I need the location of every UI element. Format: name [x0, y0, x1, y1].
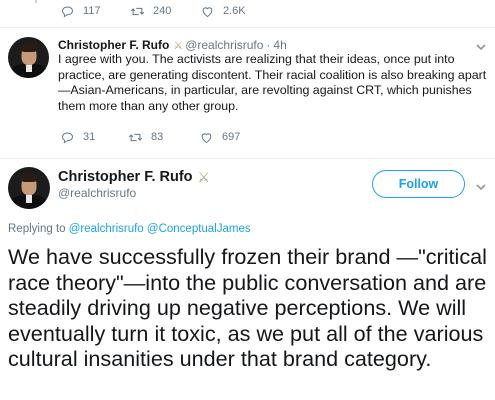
main-tweet[interactable]: Christopher F. Rufo ⚔ @realchrisrufo Fol… — [0, 159, 495, 400]
more-options-button[interactable] — [475, 40, 487, 52]
tweet-text: We have successfully frozen their brand … — [8, 244, 487, 372]
user-handle[interactable]: @realchrisrufo — [58, 186, 136, 200]
retweet-icon — [128, 133, 143, 141]
tweet-header: Christopher F. Rufo ⚔ — [58, 167, 212, 187]
like-action[interactable]: 697 — [199, 129, 240, 145]
thread-line — [35, 0, 37, 3]
twitter-thread: 117 240 2.6K Christopher F. Rufo ⚔ @real… — [0, 0, 495, 400]
avatar[interactable] — [8, 37, 49, 78]
retweet-action[interactable]: 83 — [128, 129, 163, 145]
reply-count: 117 — [83, 5, 101, 17]
tweet-actions: 31 83 697 — [58, 129, 458, 147]
like-count: 2.6K — [223, 5, 246, 17]
reply-action[interactable]: 117 — [60, 3, 101, 19]
replying-to: Replying to @realchrisrufo @ConceptualJa… — [8, 223, 251, 235]
retweet-icon — [130, 7, 145, 15]
avatar[interactable] — [8, 167, 50, 209]
like-action[interactable]: 2.6K — [200, 3, 246, 19]
more-options-button[interactable] — [475, 180, 487, 192]
retweet-count: 83 — [151, 131, 164, 143]
timestamp[interactable]: 4h — [273, 38, 286, 52]
chevron-down-icon — [476, 184, 486, 191]
reply-icon — [61, 6, 73, 17]
follow-button[interactable]: Follow — [372, 170, 465, 198]
tweet-text: I agree with you. The activists are real… — [58, 52, 487, 113]
reply-count: 31 — [83, 131, 96, 143]
reply-icon — [61, 132, 73, 143]
previous-tweet-actions: 117 240 2.6K — [0, 0, 495, 24]
mention-link[interactable]: @ConceptualJames — [147, 223, 251, 235]
user-handle[interactable]: @realchrisrufo — [185, 38, 263, 52]
display-name[interactable]: Christopher F. Rufo — [58, 169, 193, 185]
mention-link[interactable]: @realchrisrufo — [69, 223, 144, 235]
reply-tweet[interactable]: Christopher F. Rufo ⚔ @realchrisrufo · 4… — [0, 28, 495, 158]
display-name[interactable]: Christopher F. Rufo — [58, 38, 169, 52]
retweet-action[interactable]: 240 — [130, 3, 171, 19]
retweet-count: 240 — [153, 5, 172, 17]
tweet-header: Christopher F. Rufo ⚔ @realchrisrufo · 4… — [58, 37, 287, 53]
like-icon — [201, 132, 212, 143]
reply-action[interactable]: 31 — [60, 129, 95, 145]
replying-prefix: Replying to — [8, 223, 66, 235]
separator-dot: · — [266, 38, 271, 52]
crossed-swords-icon: ⚔ — [173, 39, 184, 52]
crossed-swords-icon: ⚔ — [197, 168, 211, 185]
like-count: 697 — [222, 131, 241, 143]
like-icon — [202, 6, 213, 17]
